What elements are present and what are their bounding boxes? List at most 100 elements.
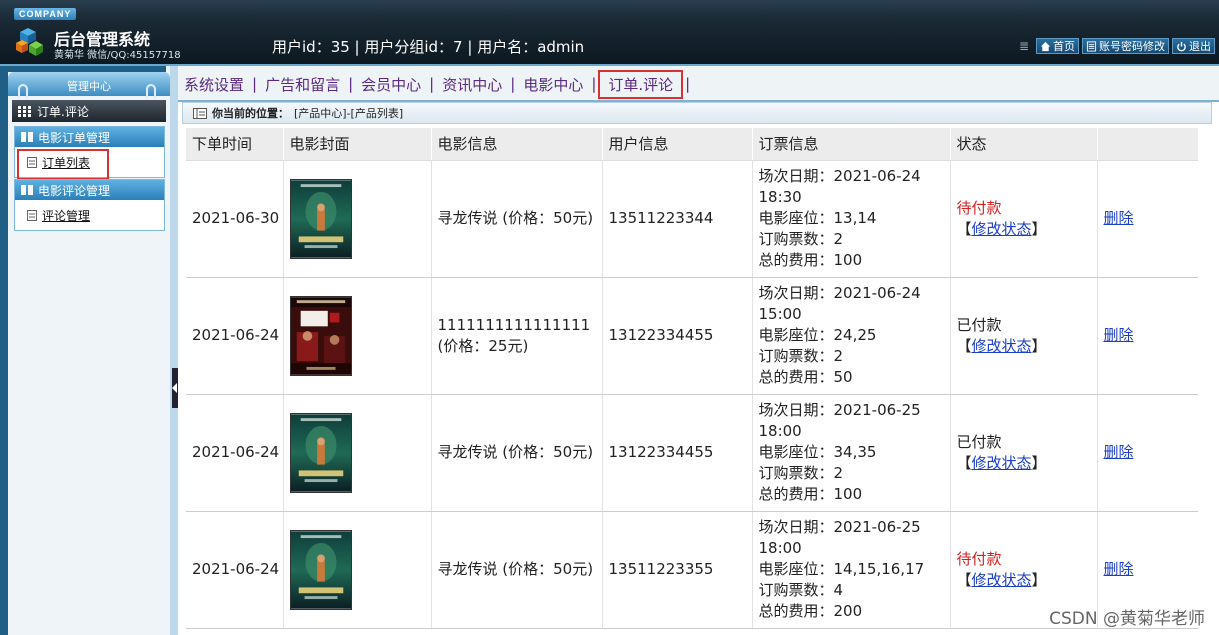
menu-group-head[interactable]: 电影评论管理: [15, 180, 164, 200]
system-author: 黄菊华 微信/QQ:45157718: [54, 50, 181, 61]
ticket-info-line: 电影座位：13,14: [758, 209, 877, 227]
logout-button[interactable]: 退出: [1172, 38, 1215, 54]
grip-icon: ≣: [1019, 39, 1030, 53]
column-header: [1097, 128, 1198, 161]
ticket-info-line: 订购票数：2: [758, 464, 844, 482]
book-icon: [21, 132, 33, 142]
orders-table-wrap: 下单时间 电影封面 电影信息 用户信息 订票信息 状态 2021-06-30 寻…: [186, 128, 1198, 635]
ticket-info-line: 场次日期：2021-06-24 18:30: [758, 167, 921, 206]
menu-group-orders: 电影订单管理 订单列表: [14, 126, 165, 180]
ticket-info-line: 订购票数：4: [758, 581, 844, 599]
grid-icon: [18, 105, 31, 117]
movie-poster-cell: [283, 394, 432, 512]
ticket-info-line: 总的费用：100: [758, 485, 863, 503]
sidebar-item-label[interactable]: 订单列表: [42, 154, 90, 171]
change-password-label: 账号密码修改: [1099, 40, 1165, 53]
column-header: 电影信息: [431, 128, 603, 161]
app-header: COMPANY 后台管理系统 黄菊华 微信/QQ:45157718 用户id：3…: [0, 0, 1219, 66]
ticket-info-line: 电影座位：24,25: [758, 326, 877, 344]
table-row: 2021-06-30 寻龙传说 (价格：50元) 13511223344 场次日期：…: [186, 160, 1198, 278]
movie-info-cell: 寻龙传说 (价格：50元): [431, 160, 603, 278]
splitter-bar[interactable]: [170, 66, 178, 635]
modify-status-link[interactable]: 修改状态: [972, 220, 1032, 238]
menu-group-head[interactable]: 电影订单管理: [15, 127, 164, 147]
sidebar-item-comment-manage[interactable]: 评论管理: [15, 200, 164, 230]
sidebar-item-order-list[interactable]: 订单列表: [15, 147, 164, 180]
column-header: 下单时间: [186, 128, 284, 161]
order-date-cell: 2021-06-24: [186, 394, 284, 512]
breadcrumb-label: 你当前的位置：: [212, 107, 289, 120]
nav-news-center[interactable]: 资讯中心: [436, 74, 508, 95]
document-icon: [27, 156, 37, 168]
movie-poster-image: [289, 295, 352, 376]
ticket-info-line: 电影座位：34,35: [758, 443, 877, 461]
modify-status-wrap: 【修改状态】: [956, 570, 1047, 589]
user-info: 用户id：35 | 用户分组id：7 | 用户名：admin: [272, 38, 585, 56]
ticket-info-line: 场次日期：2021-06-24 15:00: [758, 284, 921, 323]
sidebar-head-label: 管理中心: [67, 80, 111, 93]
status-badge: 已付款: [956, 315, 1002, 334]
current-section-label: 订单.评论: [37, 104, 89, 119]
nav-system-settings[interactable]: 系统设置: [178, 74, 250, 95]
window-icon: [193, 107, 207, 119]
movie-poster-cell: [283, 277, 432, 395]
sidebar-head: 管理中心: [8, 72, 170, 104]
home-icon: [1040, 41, 1051, 51]
table-header-row: 下单时间 电影封面 电影信息 用户信息 订票信息 状态: [186, 128, 1198, 161]
nav-movie-center[interactable]: 电影中心: [517, 74, 589, 95]
status-badge: 待付款: [956, 198, 1002, 217]
header-buttons: ≣ 首页 账号密码修改 退出: [1019, 38, 1215, 54]
ticket-info-cell: 场次日期：2021-06-24 15:00 电影座位：24,25 订购票数：2 总的费…: [752, 277, 951, 395]
status-badge: 待付款: [956, 549, 1002, 568]
nav-ads-messages[interactable]: 广告和留言: [259, 74, 346, 95]
movie-poster-image: [289, 178, 352, 259]
ticket-info-line: 总的费用：50: [758, 368, 853, 386]
action-cell: 删除: [1097, 394, 1198, 512]
column-header: 用户信息: [602, 128, 753, 161]
modify-status-link[interactable]: 修改状态: [972, 337, 1032, 355]
delete-link[interactable]: 删除: [1104, 560, 1134, 578]
menu-group-title: 电影评论管理: [38, 183, 111, 198]
user-info-cell: 13511223344: [602, 160, 753, 278]
nav-separator: |: [510, 75, 516, 93]
csdn-watermark: CSDN @黄菊华老师: [1049, 609, 1205, 629]
ticket-info-cell: 场次日期：2021-06-25 18:00 电影座位：34,35 订购票数：2 总的费…: [752, 394, 951, 512]
nav-separator: |: [685, 75, 691, 93]
ticket-info-cell: 场次日期：2021-06-25 18:00 电影座位：14,15,16,17 订购票…: [752, 511, 951, 629]
column-header: 电影封面: [283, 128, 432, 161]
nav-separator: |: [429, 75, 435, 93]
modify-status-link[interactable]: 修改状态: [972, 571, 1032, 589]
modify-status-wrap: 【修改状态】: [956, 336, 1047, 355]
ticket-info-line: 场次日期：2021-06-25 18:00: [758, 518, 921, 557]
home-button[interactable]: 首页: [1036, 38, 1079, 54]
movie-info-cell: 寻龙传说 (价格：50元): [431, 511, 603, 629]
change-password-button[interactable]: 账号密码修改: [1082, 38, 1169, 54]
document-icon: [1086, 40, 1097, 52]
power-icon: [1177, 41, 1186, 51]
nav-member-center[interactable]: 会员中心: [355, 74, 427, 95]
top-nav: 系统设置 | 广告和留言 | 会员中心 | 资讯中心 | 电影中心 | 订单.评论 |: [166, 66, 1219, 102]
status-cell: 待付款 【修改状态】: [950, 160, 1098, 278]
company-badge: COMPANY: [14, 8, 77, 20]
ticket-info-line: 总的费用：200: [758, 602, 863, 620]
status-cell: 已付款 【修改状态】: [950, 394, 1098, 512]
ticket-info-line: 订购票数：2: [758, 347, 844, 365]
delete-link[interactable]: 删除: [1104, 209, 1134, 227]
sidebar-item-label[interactable]: 评论管理: [42, 207, 90, 224]
order-date-cell: 2021-06-24: [186, 277, 284, 395]
order-date-cell: 2021-06-30: [186, 160, 284, 278]
ticket-info-cell: 场次日期：2021-06-24 18:30 电影座位：13,14 订购票数：2 总的费…: [752, 160, 951, 278]
cubes-logo-icon: [16, 28, 43, 56]
book-icon: [21, 185, 33, 195]
delete-link[interactable]: 删除: [1104, 326, 1134, 344]
delete-link[interactable]: 删除: [1104, 443, 1134, 461]
modify-status-link[interactable]: 修改状态: [972, 454, 1032, 472]
main-content: 你当前的位置： [产品中心]-[产品列表] 下单时间 电影封面 电影信息 用户信…: [178, 102, 1219, 635]
user-info-cell: 13122334455: [602, 277, 753, 395]
nav-orders-comments[interactable]: 订单.评论: [598, 69, 684, 99]
orders-table: 下单时间 电影封面 电影信息 用户信息 订票信息 状态 2021-06-30 寻…: [186, 128, 1198, 629]
home-button-label: 首页: [1053, 40, 1075, 53]
ticket-info-line: 总的费用：100: [758, 251, 863, 269]
nav-items: 系统设置 | 广告和留言 | 会员中心 | 资讯中心 | 电影中心 | 订单.评论 |: [178, 66, 692, 102]
breadcrumb-path: [产品中心]-[产品列表]: [294, 107, 404, 120]
